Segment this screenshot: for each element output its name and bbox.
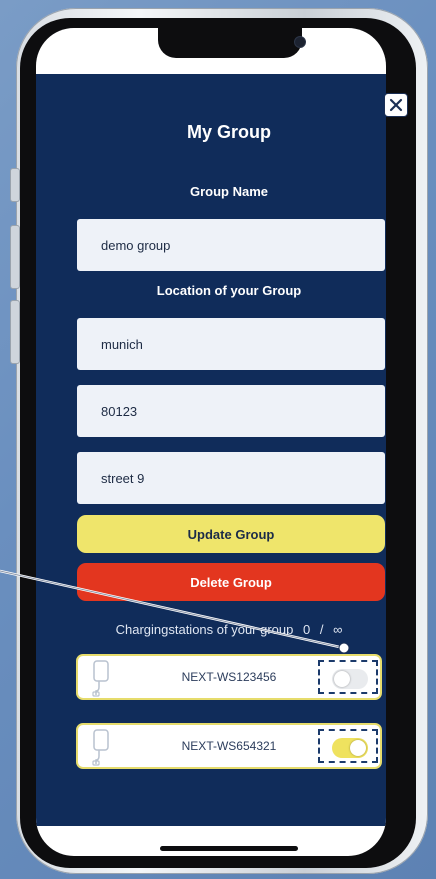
notch <box>158 28 306 58</box>
close-button[interactable] <box>384 93 408 117</box>
group-name-input[interactable] <box>77 219 385 271</box>
delete-group-button[interactable]: Delete Group <box>77 563 385 601</box>
front-camera <box>294 36 306 48</box>
station-toggle[interactable] <box>332 738 368 758</box>
side-button-volume-up <box>10 225 20 289</box>
toggle-highlight <box>318 729 378 763</box>
city-input[interactable] <box>77 318 385 370</box>
stations-header: Chargingstations of your group 0 / ∞ <box>16 622 436 637</box>
stations-count: 0 <box>303 622 311 637</box>
stations-header-text: Chargingstations of your group <box>115 622 294 637</box>
group-name-label: Group Name <box>189 184 268 199</box>
stations-separator: / <box>319 622 324 637</box>
stations-limit: ∞ <box>333 622 343 637</box>
station-toggle[interactable] <box>332 669 368 689</box>
close-icon <box>389 98 403 112</box>
modal-title: My Group <box>187 122 271 142</box>
station-row: NEXT-WS654321 <box>76 723 382 769</box>
station-row: NEXT-WS123456 <box>76 654 382 700</box>
side-button-volume-down <box>10 300 20 364</box>
location-label: Location of your Group <box>156 283 302 298</box>
home-indicator[interactable] <box>160 846 298 851</box>
toggle-knob <box>350 740 366 756</box>
update-group-button[interactable]: Update Group <box>77 515 385 553</box>
zip-input[interactable] <box>77 385 385 437</box>
toggle-highlight <box>318 660 378 694</box>
toggle-knob <box>334 671 350 687</box>
street-input[interactable] <box>77 452 385 504</box>
